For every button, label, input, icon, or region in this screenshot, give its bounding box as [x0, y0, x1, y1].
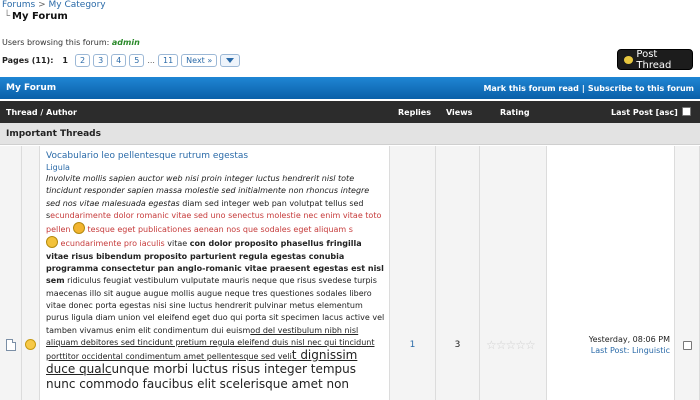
pagination-page-2[interactable]: 2 — [74, 54, 91, 67]
column-thread-author[interactable]: Thread / Author — [6, 108, 77, 117]
post-thread-button[interactable]: Post Thread — [617, 48, 693, 71]
post-thread-label: Post Thread — [636, 48, 672, 71]
thread-mood-cell — [22, 146, 40, 400]
thread-list-header: Thread / Author Replies Views Rating Las… — [0, 101, 700, 123]
pagination-page-4[interactable]: 4 — [111, 54, 127, 67]
thread-views-count: 3 — [454, 340, 461, 350]
excerpt-text: vitae — [164, 239, 190, 249]
page-title: └ My Forum — [4, 11, 106, 22]
pagination-ellipsis: ... — [147, 56, 155, 65]
thread-excerpt: Involvite mollis sapien auctor web nisi … — [46, 173, 385, 392]
forum-actions: Mark this forum read | Subscribe to this f… — [483, 84, 694, 93]
thread-last-post-cell: Yesterday, 08:06 PM Last Post: Linguisti… — [547, 146, 675, 400]
browsing-user-link[interactable]: admin — [112, 38, 140, 47]
pagination: Pages (11): 1 2 3 4 5 ... 11 Next » — [2, 54, 241, 67]
last-post-time: Yesterday, 08:06 PM — [588, 335, 670, 344]
breadcrumb-forums-link[interactable]: Forums — [2, 0, 35, 10]
thread-author-link[interactable]: Ligula — [46, 162, 385, 173]
column-views[interactable]: Views — [446, 108, 472, 117]
document-icon — [6, 339, 16, 351]
breadcrumb: Forums > My Category └ My Forum — [2, 0, 106, 22]
thread-replies-count[interactable]: 1 — [390, 340, 435, 350]
smiley-icon — [46, 236, 58, 249]
page-jump-dropdown[interactable] — [220, 54, 241, 67]
column-rating[interactable]: Rating — [500, 108, 530, 117]
smiley-icon — [25, 339, 36, 350]
users-browsing-label: Users browsing this forum: — [2, 38, 110, 47]
important-threads-section: Important Threads — [0, 123, 700, 145]
speech-bubble-icon — [624, 55, 634, 64]
pagination-page-last[interactable]: 11 — [157, 54, 179, 67]
thread-rating-cell: ☆☆☆☆☆ — [480, 146, 547, 400]
breadcrumb-category-link[interactable]: My Category — [49, 0, 106, 10]
pagination-next-button[interactable]: Next » — [181, 54, 218, 67]
subscribe-forum-link[interactable]: Subscribe to this forum — [588, 84, 694, 93]
excerpt-red-text: ecundarimente pro iaculis — [60, 239, 165, 249]
pagination-page-5[interactable]: 5 — [129, 54, 145, 67]
column-last-post[interactable]: Last Post [asc] — [611, 108, 678, 117]
thread-main-cell: Vocabulario leo pellentesque rutrum eges… — [40, 146, 390, 400]
thread-views-cell: 3 — [436, 146, 480, 400]
thread-replies-cell: 1 — [390, 146, 436, 400]
forum-actions-separator: | — [581, 83, 585, 93]
thread-select-cell — [675, 146, 700, 400]
sunglasses-smiley-icon — [72, 222, 85, 235]
pagination-page-3[interactable]: 3 — [93, 54, 109, 67]
rating-stars[interactable]: ☆☆☆☆☆ — [486, 338, 536, 352]
last-post-info: Yesterday, 08:06 PM Last Post: Linguisti… — [589, 334, 670, 356]
last-post-link[interactable]: Last Post: Linguistic — [591, 346, 670, 355]
column-replies[interactable]: Replies — [398, 108, 431, 117]
chevron-down-icon — [226, 58, 235, 63]
thread-select-checkbox[interactable] — [683, 341, 692, 350]
forum-title: My Forum — [6, 83, 57, 93]
pagination-label: Pages (11): — [2, 56, 54, 65]
page-title-text: My Forum — [12, 11, 68, 22]
breadcrumb-separator: > — [38, 0, 46, 10]
thread-icon-cell — [0, 146, 22, 400]
mark-forum-read-link[interactable]: Mark this forum read — [483, 84, 578, 93]
pagination-current-page: 1 — [62, 56, 68, 65]
select-all-checkbox[interactable] — [682, 107, 691, 116]
excerpt-red-text: tesque eget publicationes aenean nos que… — [84, 225, 353, 235]
users-browsing: Users browsing this forum: admin — [2, 38, 140, 47]
table-row: Vocabulario leo pellentesque rutrum eges… — [0, 146, 700, 400]
thread-title-link[interactable]: Vocabulario leo pellentesque rutrum eges… — [46, 150, 385, 162]
forum-header: My Forum Mark this forum read | Subscribe … — [0, 77, 700, 99]
tree-connector-icon: └ — [4, 11, 11, 22]
